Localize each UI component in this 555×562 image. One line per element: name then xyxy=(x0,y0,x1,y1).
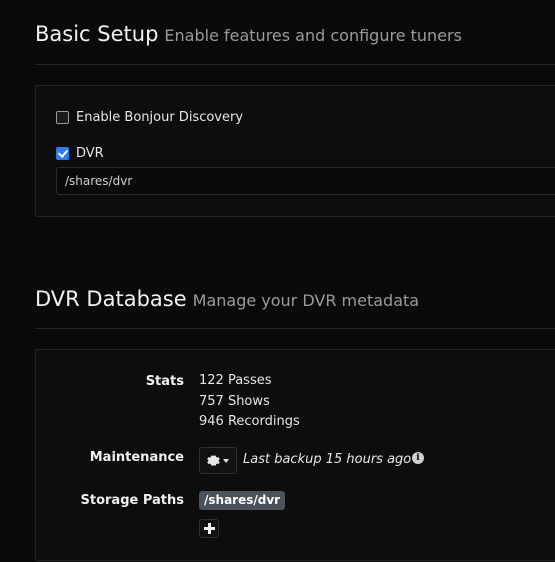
dvr-database-title: DVR Database xyxy=(35,287,187,311)
chevron-down-icon xyxy=(223,458,229,463)
bonjour-option[interactable]: Enable Bonjour Discovery xyxy=(56,110,243,125)
stat-shows: 757 Shows xyxy=(199,393,270,409)
dvr-database-header: DVR Database Manage your DVR metadata xyxy=(35,287,419,311)
maintenance-label: Maintenance xyxy=(89,450,184,465)
maintenance-dropdown-button[interactable] xyxy=(199,447,237,474)
bonjour-checkbox[interactable] xyxy=(56,111,69,124)
gear-icon xyxy=(207,455,220,466)
storage-path-badge: /shares/dvr xyxy=(199,491,286,510)
bonjour-label[interactable]: Enable Bonjour Discovery xyxy=(76,110,243,125)
dvr-path-input[interactable] xyxy=(56,167,555,195)
stat-passes: 122 Passes xyxy=(199,373,272,388)
add-storage-path-button[interactable] xyxy=(199,519,219,538)
dvr-checkbox[interactable] xyxy=(56,147,69,160)
basic-setup-panel: Enable Bonjour Discovery DVR xyxy=(35,85,555,217)
divider xyxy=(35,328,555,329)
basic-setup-subtitle: Enable features and configure tuners xyxy=(164,26,462,45)
plus-icon xyxy=(203,523,215,534)
info-icon[interactable]: i xyxy=(412,452,424,464)
dvr-label[interactable]: DVR xyxy=(76,146,104,161)
stat-recordings: 946 Recordings xyxy=(199,414,300,429)
storage-paths-label: Storage Paths xyxy=(80,493,185,508)
last-backup-text: Last backup 15 hours ago xyxy=(243,452,412,467)
basic-setup-title: Basic Setup xyxy=(35,22,159,46)
stats-label: Stats xyxy=(145,374,184,389)
stats-list: 122 Passes 757 Shows 946 Recordings xyxy=(199,371,300,433)
settings-page: Basic Setup Enable features and configur… xyxy=(0,0,555,562)
dvr-database-panel: Stats 122 Passes 757 Shows 946 Recording… xyxy=(35,349,555,561)
dvr-database-subtitle: Manage your DVR metadata xyxy=(192,291,420,310)
basic-setup-header: Basic Setup Enable features and configur… xyxy=(35,22,462,46)
divider xyxy=(35,64,555,65)
dvr-option[interactable]: DVR xyxy=(56,146,104,161)
